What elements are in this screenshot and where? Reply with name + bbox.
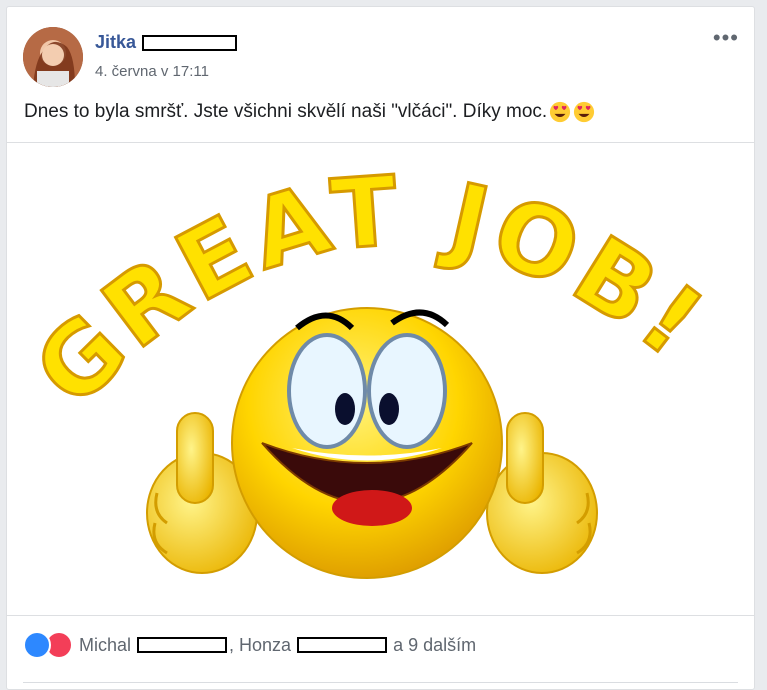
post-text-content: Dnes to byla smršť. Jste všichni skvělí … <box>24 101 548 122</box>
reactor-name-1[interactable]: Michal <box>79 635 131 656</box>
post-image[interactable]: GREAT JOB! <box>7 142 754 616</box>
great-job-image: GREAT JOB! <box>12 153 723 579</box>
more-options-icon[interactable]: ••• <box>713 27 739 49</box>
avatar[interactable] <box>23 27 83 87</box>
thumbs-up-right <box>486 412 598 574</box>
reactor-separator[interactable]: , Honza <box>229 635 291 656</box>
post-header: Jitka 4. června v 17:11 ••• <box>23 27 743 89</box>
author-row: Jitka <box>95 32 238 53</box>
post-text: Dnes to byla smršť. Jste všichni skvělí … <box>24 101 595 123</box>
reactions-bar[interactable]: Michal , Honza a 9 dalším <box>23 631 476 659</box>
redacted-name-1 <box>137 637 228 653</box>
like-icon <box>23 631 51 659</box>
redacted-name-2 <box>297 637 388 653</box>
smiley-face <box>231 307 503 579</box>
author-name[interactable]: Jitka <box>95 32 136 53</box>
heart-eyes-emoji <box>574 101 595 123</box>
heart-eyes-emoji <box>550 101 571 123</box>
divider <box>23 682 738 683</box>
redacted-surname <box>142 34 238 51</box>
post-timestamp[interactable]: 4. června v 17:11 <box>95 63 209 80</box>
post-card: Jitka 4. června v 17:11 ••• Dnes to byla… <box>6 6 755 690</box>
reactions-more[interactable]: a 9 dalším <box>393 635 476 656</box>
